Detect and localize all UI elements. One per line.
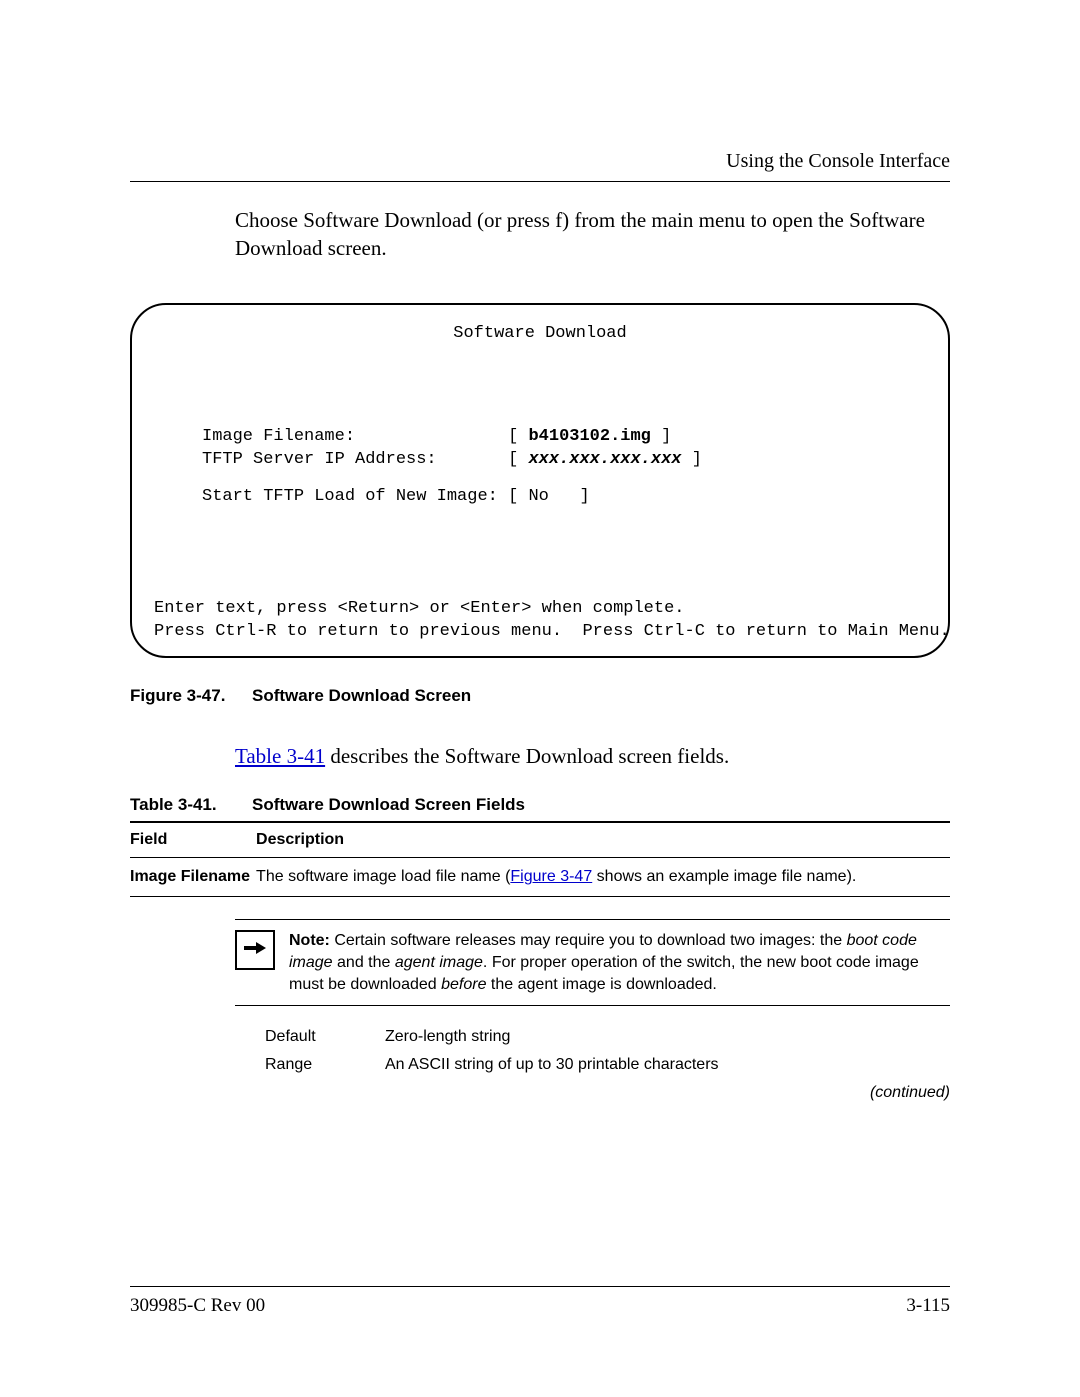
terminal-row-start-load: Start TFTP Load of New Image: [ No ] [154, 486, 926, 509]
table-header-row: Field Description [130, 822, 950, 858]
spacer [355, 427, 508, 446]
note-label: Note: [289, 932, 334, 949]
note-text: Certain software releases may require yo… [334, 932, 846, 949]
sub-table-row: Range An ASCII string of up to 30 printa… [265, 1056, 950, 1074]
body-paragraph: Table 3-41 describes the Software Downlo… [235, 744, 950, 769]
sub-table: Default Zero-length string Range An ASCI… [265, 1028, 950, 1074]
table-row: Image Filename The software image load f… [130, 858, 950, 897]
col-description: Description [256, 822, 950, 858]
note-block: Note: Certain software releases may requ… [235, 919, 950, 1006]
spacer [498, 487, 508, 506]
field-name-cell: Image Filename [130, 858, 256, 897]
note-italic: before [441, 976, 486, 993]
footer-doc-rev: 309985-C Rev 00 [130, 1295, 265, 1317]
sub-key: Default [265, 1028, 385, 1046]
running-head: Using the Console Interface [130, 150, 950, 173]
intro-paragraph: Choose Software Download (or press f) fr… [235, 206, 950, 263]
continued-label: (continued) [130, 1084, 950, 1102]
figure-link[interactable]: Figure 3-47 [510, 868, 592, 885]
terminal-value-start-load: No [528, 487, 548, 506]
terminal-screen: Software Download Image Filename: [ b410… [130, 303, 950, 659]
terminal-footer: Enter text, press <Return> or <Enter> wh… [154, 598, 926, 644]
sub-value: An ASCII string of up to 30 printable ch… [385, 1056, 719, 1074]
page: Using the Console Interface Choose Softw… [0, 0, 1080, 1397]
terminal-footer-line: Press Ctrl-R to return to previous menu.… [154, 621, 926, 644]
figure-caption: Figure 3-47.Software Download Screen [130, 686, 950, 706]
footer-page-number: 3-115 [906, 1295, 950, 1317]
note-body: Note: Certain software releases may requ… [289, 930, 950, 995]
fields-table: Field Description Image Filename The sof… [130, 821, 950, 897]
table-number: Table 3-41. [130, 795, 252, 815]
terminal-label: TFTP Server IP Address: [202, 450, 437, 469]
terminal-label: Start TFTP Load of New Image: [202, 487, 498, 506]
terminal-value-image-filename: b4103102.img [528, 427, 650, 446]
sub-key: Range [265, 1056, 385, 1074]
footer-row: 309985-C Rev 00 3-115 [130, 1295, 950, 1317]
col-field: Field [130, 822, 256, 858]
field-desc-cell: The software image load file name (Figur… [256, 858, 950, 897]
table-link[interactable]: Table 3-41 [235, 744, 325, 768]
terminal-row-image-filename: Image Filename: [ b4103102.img ] [154, 426, 926, 449]
terminal-footer-line: Enter text, press <Return> or <Enter> wh… [154, 598, 926, 621]
note-italic: agent image [395, 954, 483, 971]
spacer [437, 450, 508, 469]
page-footer: 309985-C Rev 00 3-115 [130, 1286, 950, 1317]
table-title: Software Download Screen Fields [252, 795, 525, 814]
table-caption: Table 3-41.Software Download Screen Fiel… [130, 795, 950, 815]
arrow-right-icon [244, 940, 266, 962]
note-text: the agent image is downloaded. [486, 976, 716, 993]
sub-value: Zero-length string [385, 1028, 510, 1046]
terminal-label: Image Filename: [202, 427, 355, 446]
figure-title: Software Download Screen [252, 686, 471, 705]
desc-text: The software image load file name ( [256, 868, 510, 885]
desc-text: shows an example image file name). [592, 868, 856, 885]
terminal-value-tftp-ip: xxx.xxx.xxx.xxx [528, 450, 681, 469]
note-icon-box [235, 930, 275, 970]
footer-rule [130, 1286, 950, 1287]
note-text: and the [333, 954, 395, 971]
terminal-row-tftp-ip: TFTP Server IP Address: [ xxx.xxx.xxx.xx… [154, 449, 926, 472]
body-text: describes the Software Download screen f… [325, 744, 729, 768]
sub-table-row: Default Zero-length string [265, 1028, 950, 1046]
terminal-title: Software Download [154, 323, 926, 346]
running-rule [130, 181, 950, 182]
figure-number: Figure 3-47. [130, 686, 252, 706]
